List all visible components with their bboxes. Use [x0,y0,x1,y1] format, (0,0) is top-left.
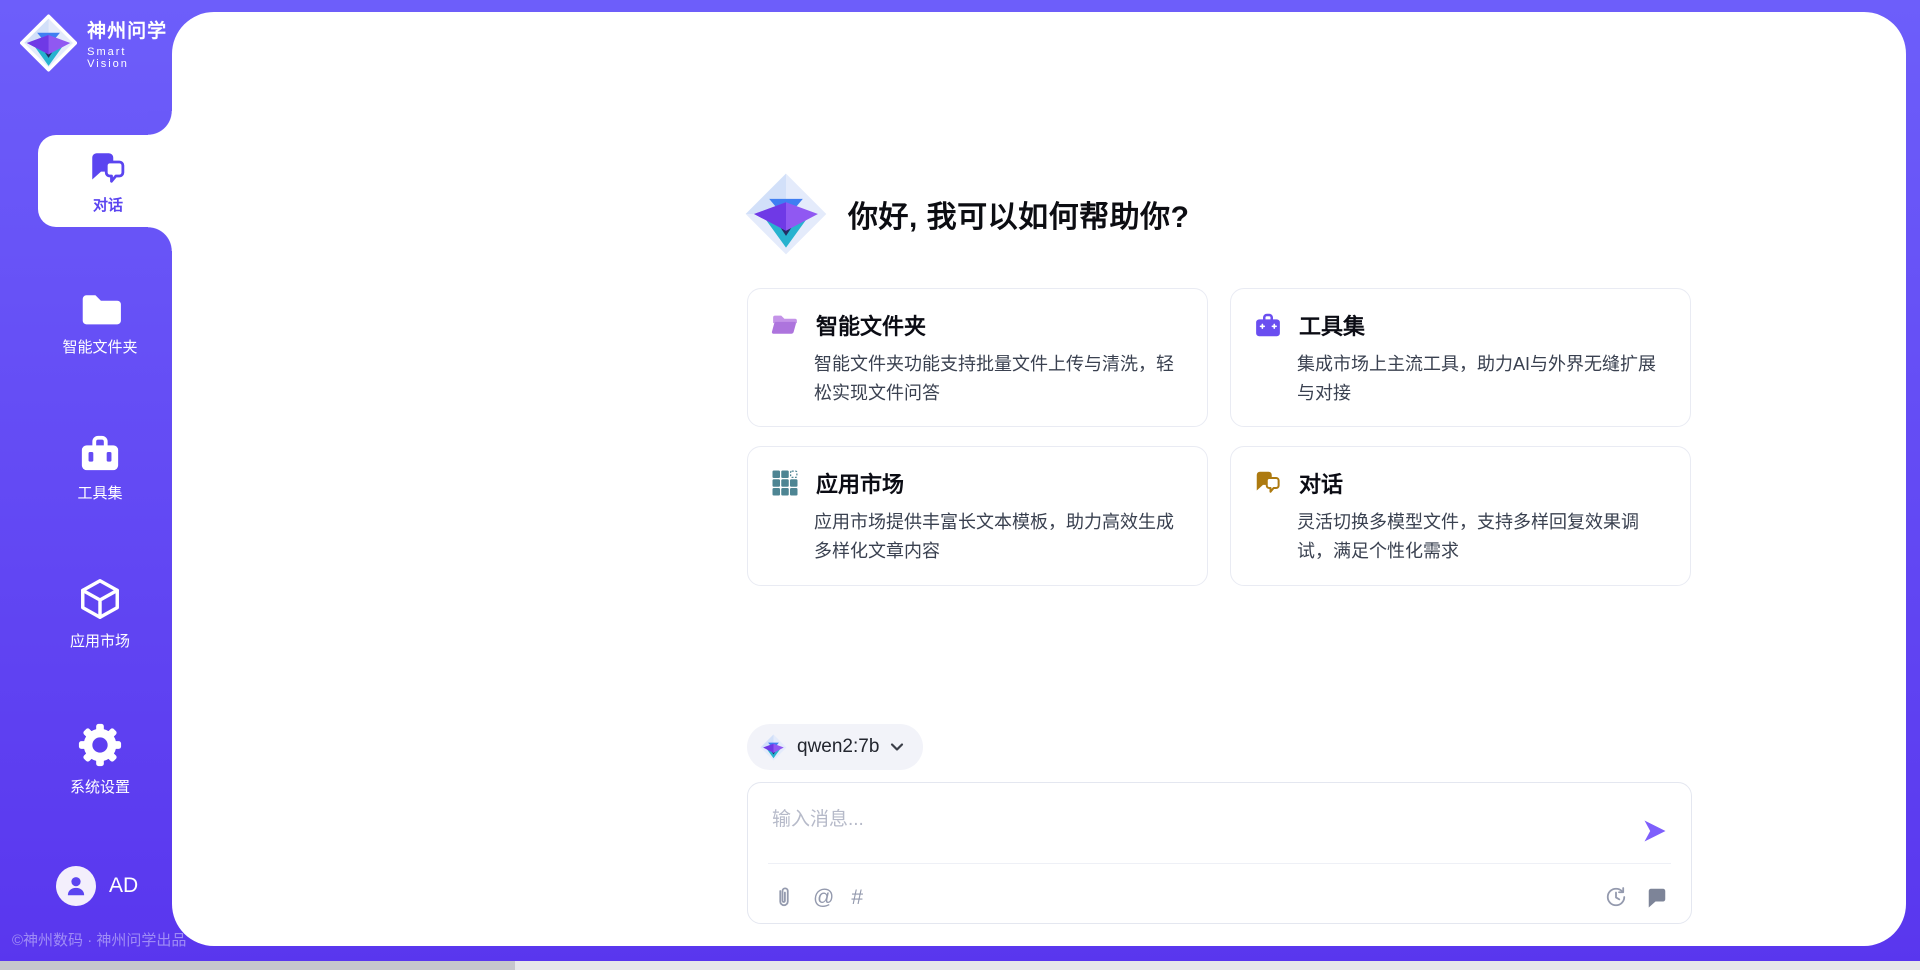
feature-card-app-market[interactable]: 应用市场 应用市场提供丰富长文本模板，助力高效生成多样化文章内容 [747,446,1208,585]
horizontal-scrollbar[interactable] [0,961,1920,970]
brand-name-en: Smart Vision [87,46,172,70]
sidebar-item-label: 系统设置 [70,779,130,796]
feature-card-smart-folder[interactable]: 智能文件夹 智能文件夹功能支持批量文件上传与清洗，轻松实现文件问答 [747,288,1208,427]
sidebar-item-label: 工具集 [77,485,122,502]
message-input[interactable] [748,783,1628,859]
briefcase-icon [1253,310,1283,340]
sidebar: 神州问学 Smart Vision 对话 智能文件夹 工具集 [0,0,172,970]
history-icon [1604,885,1628,909]
folder-open-icon [770,311,800,339]
folder-icon [77,288,123,328]
briefcase-icon [77,432,123,474]
assistant-logo-icon [744,172,828,256]
card-description: 集成市场上主流工具，助力AI与外界无缝扩展与对接 [1297,350,1669,408]
card-title: 对话 [1299,467,1343,499]
chevron-down-icon [889,739,905,755]
send-icon [1641,817,1669,845]
chat-bubbles-icon [1253,468,1283,498]
composer-divider [768,863,1671,864]
greeting-title: 你好, 我可以如何帮助你? [848,192,1190,236]
sidebar-item-app-market[interactable]: 应用市场 [28,576,172,651]
card-description: 应用市场提供丰富长文本模板，助力高效生成多样化文章内容 [814,508,1186,566]
brand-logo-diamond-icon [20,14,77,72]
brand-name-cn: 神州问学 [87,16,172,43]
sidebar-item-chat[interactable]: 对话 [38,135,178,227]
cube-icon [77,576,123,622]
card-title: 智能文件夹 [816,309,926,341]
chat-square-icon [1645,885,1669,909]
user-avatar[interactable]: AD [56,866,138,906]
grid-icon [770,468,800,498]
mention-button[interactable]: @ [813,887,834,908]
chat-bubbles-icon [87,148,129,190]
copyright-footer: ©神州数码 · 神州问学出品 [12,929,186,950]
sidebar-item-label: 对话 [93,194,123,215]
feature-card-chat[interactable]: 对话 灵活切换多模型文件，支持多样回复效果调试，满足个性化需求 [1230,446,1691,585]
sidebar-item-settings[interactable]: 系统设置 [28,722,172,797]
card-title: 工具集 [1299,309,1365,341]
quick-phrases-button[interactable] [1645,885,1669,909]
feature-cards: 智能文件夹 智能文件夹功能支持批量文件上传与清洗，轻松实现文件问答 工具集 集成… [747,288,1691,586]
model-logo-diamond-icon [760,734,787,761]
sidebar-item-toolset[interactable]: 工具集 [28,432,172,503]
paperclip-icon [772,884,796,910]
hash-icon: # [851,886,863,909]
card-title: 应用市场 [816,467,904,499]
history-button[interactable] [1604,885,1628,909]
active-tab-bottom-fillet [148,227,172,251]
main-content: 你好, 我可以如何帮助你? 智能文件夹 智能文件夹功能支持批量文件上传与清洗，轻… [172,12,1906,946]
send-button[interactable] [1641,817,1669,850]
feature-card-toolset[interactable]: 工具集 集成市场上主流工具，助力AI与外界无缝扩展与对接 [1230,288,1691,427]
scrollbar-thumb[interactable] [0,961,515,970]
model-selector[interactable]: qwen2:7b [747,724,923,770]
brand: 神州问学 Smart Vision [20,14,172,72]
model-name: qwen2:7b [797,736,879,758]
gear-icon [77,722,123,768]
greeting: 你好, 我可以如何帮助你? [744,172,1190,256]
sidebar-item-label: 智能文件夹 [62,339,137,356]
composer: @ # [747,782,1692,924]
attach-button[interactable] [772,884,796,910]
person-icon [63,873,89,899]
active-tab-top-fillet [148,111,172,135]
sidebar-item-label: 应用市场 [70,633,130,650]
sidebar-item-smart-folder[interactable]: 智能文件夹 [28,288,172,357]
at-icon: @ [813,886,834,909]
card-description: 灵活切换多模型文件，支持多样回复效果调试，满足个性化需求 [1297,508,1669,566]
user-name: AD [109,874,138,898]
topic-button[interactable]: # [851,887,863,908]
card-description: 智能文件夹功能支持批量文件上传与清洗，轻松实现文件问答 [814,350,1186,408]
